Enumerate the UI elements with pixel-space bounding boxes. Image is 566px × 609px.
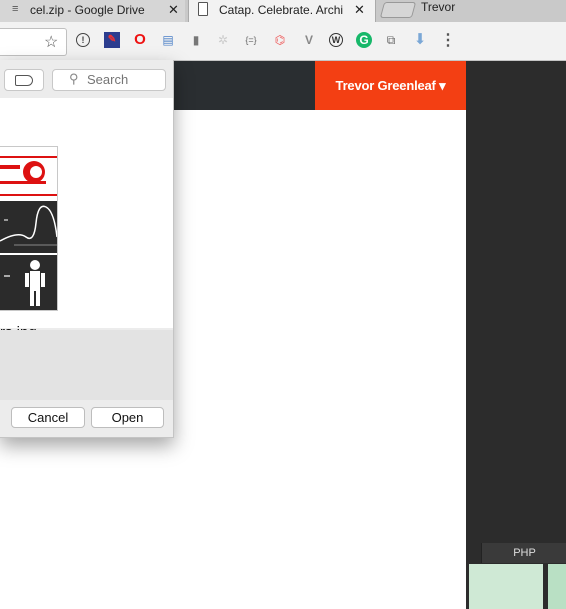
background-panel [469, 564, 543, 609]
browser-toolbar: ☆ ! ✎ O ▤ ▮ ✲ {=} ⌬ V W G ⧉ ⬇ ⋮ [0, 22, 566, 61]
open-button[interactable]: Open [91, 407, 164, 428]
chevron-down-icon: ▾ [439, 78, 446, 93]
background-panel [548, 564, 566, 609]
json-icon[interactable]: {=} [243, 32, 259, 48]
tab-strip: ≡ cel.zip - Google Drive ✕ Catap. Celebr… [0, 0, 566, 22]
profile-name[interactable]: Trevor [421, 0, 455, 14]
thumbnail-section [0, 255, 57, 310]
laravel-icon[interactable]: ⌬ [272, 32, 288, 48]
file-open-dialog: ⚲ Search Cancel Open [0, 60, 174, 438]
gear-icon[interactable]: ✲ [215, 32, 231, 48]
window-icon[interactable]: ▤ [160, 32, 176, 48]
tag-icon [15, 75, 33, 86]
menu-icon[interactable]: ⋮ [440, 30, 456, 50]
vue-icon[interactable]: V [301, 32, 317, 48]
extension-icon[interactable]: ✎ [104, 32, 120, 48]
grammarly-icon[interactable]: G [356, 32, 372, 48]
close-icon[interactable]: ✕ [354, 2, 365, 18]
background-window [466, 61, 566, 609]
wappalyzer-icon[interactable]: W [329, 33, 343, 47]
thumbnail-section [0, 201, 57, 253]
bookmark-icon[interactable]: ▮ [188, 32, 204, 48]
download-icon[interactable]: ⬇ [412, 32, 428, 48]
search-input[interactable] [87, 71, 161, 87]
tab-google-drive[interactable]: ≡ cel.zip - Google Drive ✕ [0, 0, 185, 22]
page-icon [198, 2, 208, 16]
tab-php[interactable]: PHP [481, 543, 566, 563]
file-browser: rs.jpg [0, 98, 173, 341]
new-tab-button[interactable] [379, 2, 417, 18]
preview-area [0, 330, 173, 400]
file-thumbnail[interactable] [0, 146, 58, 311]
screen-icon[interactable]: ⧉ [383, 32, 399, 48]
star-icon[interactable]: ☆ [44, 32, 58, 52]
address-bar[interactable]: ☆ [0, 28, 67, 56]
search-field[interactable]: ⚲ [52, 69, 166, 91]
tab-title: cel.zip - Google Drive [30, 3, 145, 17]
opera-icon[interactable]: O [132, 32, 148, 48]
tab-catap-celebrate[interactable]: Catap. Celebrate. Archi ✕ [188, 0, 376, 22]
info-icon[interactable]: ! [76, 33, 90, 47]
thumbnail-section [0, 147, 57, 199]
close-icon[interactable]: ✕ [168, 2, 179, 18]
user-menu-button[interactable]: Trevor Greenleaf ▾ [315, 61, 466, 110]
tab-title: Catap. Celebrate. Archi [219, 3, 344, 17]
tag-button[interactable] [4, 69, 44, 91]
cancel-button[interactable]: Cancel [11, 407, 85, 428]
drive-icon: ≡ [12, 3, 19, 15]
search-icon: ⚲ [69, 71, 79, 86]
user-name: Trevor Greenleaf [335, 78, 436, 93]
